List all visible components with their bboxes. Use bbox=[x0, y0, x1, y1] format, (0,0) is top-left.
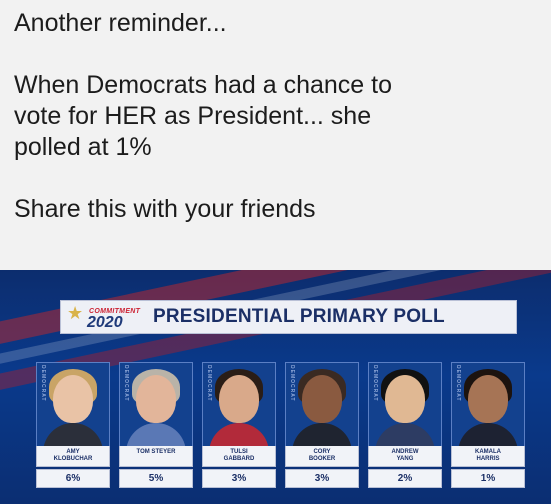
democrat-tag: DEMOCRAT bbox=[40, 365, 46, 402]
candidate-photo: DEMOCRAT bbox=[451, 362, 525, 448]
commitment-2020-logo: ★ COMMITMENT 2020 bbox=[61, 301, 156, 333]
democrat-tag: DEMOCRAT bbox=[455, 365, 461, 402]
candidate-card: DEMOCRAT AMY KLOBUCHAR 6% bbox=[36, 362, 110, 488]
caption-line-2: When Democrats had a chance to bbox=[14, 71, 392, 99]
caption-line-3: vote for HER as President... she bbox=[14, 102, 372, 130]
candidate-percent: 1% bbox=[480, 473, 496, 484]
democrat-tag: DEMOCRAT bbox=[123, 365, 129, 402]
candidate-name: TULSI GABBARD bbox=[223, 449, 255, 462]
candidate-photo: DEMOCRAT bbox=[36, 362, 110, 448]
candidate-percent: 5% bbox=[148, 473, 164, 484]
candidate-name: AMY KLOBUCHAR bbox=[53, 449, 93, 462]
candidate-name: CORY BOOKER bbox=[308, 449, 336, 462]
democrat-tag: DEMOCRAT bbox=[289, 365, 295, 402]
candidate-photo: DEMOCRAT bbox=[285, 362, 359, 448]
candidate-photo: DEMOCRAT bbox=[119, 362, 193, 448]
candidate-card: DEMOCRAT TULSI GABBARD 3% bbox=[202, 362, 276, 488]
caption-line-1: Another reminder... bbox=[14, 9, 227, 37]
candidate-name: KAMALA HARRIS bbox=[475, 449, 501, 462]
poll-header: ★ COMMITMENT 2020 PRESIDENTIAL PRIMARY P… bbox=[60, 300, 517, 334]
candidate-card: DEMOCRAT ANDREW YANG 2% bbox=[368, 362, 442, 488]
candidate-percent: 6% bbox=[65, 473, 81, 484]
star-icon: ★ bbox=[67, 303, 84, 323]
caption-line-4: polled at 1% bbox=[14, 133, 152, 161]
caption-line-5: Share this with your friends bbox=[14, 195, 316, 223]
candidate-percent: 3% bbox=[231, 473, 247, 484]
candidate-card: DEMOCRAT TOM STEYER 5% bbox=[119, 362, 193, 488]
post-caption: Another reminder... When Democrats had a… bbox=[14, 8, 544, 225]
poll-graphic: ★ COMMITMENT 2020 PRESIDENTIAL PRIMARY P… bbox=[0, 270, 551, 504]
candidate-name: ANDREW YANG bbox=[391, 449, 419, 462]
candidate-photo: DEMOCRAT bbox=[368, 362, 442, 448]
democrat-tag: DEMOCRAT bbox=[206, 365, 212, 402]
candidate-percent: 3% bbox=[314, 473, 330, 484]
candidate-card: DEMOCRAT CORY BOOKER 3% bbox=[285, 362, 359, 488]
poll-title: PRESIDENTIAL PRIMARY POLL bbox=[153, 306, 445, 327]
candidate-percent: 2% bbox=[397, 473, 413, 484]
social-post: Another reminder... When Democrats had a… bbox=[0, 0, 551, 504]
candidate-photo: DEMOCRAT bbox=[202, 362, 276, 448]
logo-year-text: 2020 bbox=[87, 314, 123, 331]
democrat-tag: DEMOCRAT bbox=[372, 365, 378, 402]
candidate-card: DEMOCRAT KAMALA HARRIS 1% bbox=[451, 362, 525, 488]
candidate-name: TOM STEYER bbox=[136, 449, 176, 455]
candidate-cards: DEMOCRAT AMY KLOBUCHAR 6% DEMOCRAT TOM S… bbox=[36, 362, 526, 496]
